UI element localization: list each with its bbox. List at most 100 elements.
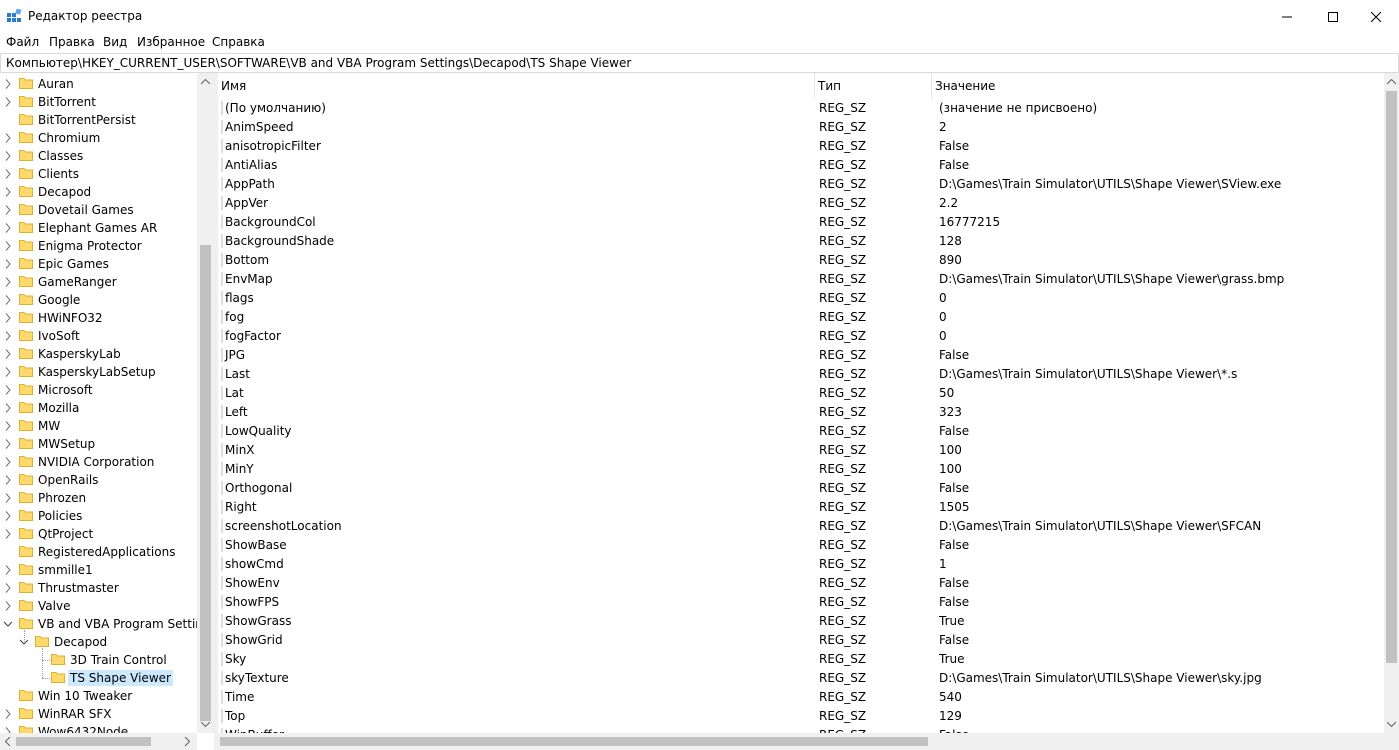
chevron-right-icon[interactable] [3, 456, 13, 468]
tree-item[interactable]: Chromium [0, 129, 200, 147]
tree-item[interactable]: Mozilla [0, 399, 200, 417]
chevron-right-icon[interactable] [3, 402, 13, 414]
value-row[interactable]: ShowGrass REG_SZ True [218, 612, 1383, 631]
close-button[interactable] [1353, 0, 1399, 33]
scroll-up-icon[interactable] [1387, 79, 1396, 85]
menu-view[interactable]: Вид [103, 35, 127, 49]
tree-item[interactable]: Valve [0, 597, 200, 615]
tree-item[interactable]: Decapod [0, 633, 200, 651]
chevron-right-icon[interactable] [3, 222, 13, 234]
value-row[interactable]: ShowBase REG_SZ False [218, 536, 1383, 555]
chevron-right-icon[interactable] [3, 78, 13, 90]
tree-item[interactable]: WinRAR SFX [0, 705, 200, 723]
tree-item[interactable]: KasperskyLab [0, 345, 200, 363]
value-row[interactable]: Sky REG_SZ True [218, 650, 1383, 669]
tree-item[interactable]: Decapod [0, 183, 200, 201]
chevron-right-icon[interactable] [3, 240, 13, 252]
tree-item[interactable]: TS Shape Viewer [0, 669, 200, 687]
chevron-right-icon[interactable] [3, 204, 13, 216]
chevron-down-icon[interactable] [3, 618, 13, 630]
chevron-right-icon[interactable] [3, 348, 13, 360]
tree-item[interactable]: HWiNFO32 [0, 309, 200, 327]
value-row[interactable]: MinX REG_SZ 100 [218, 441, 1383, 460]
value-row[interactable]: LowQuality REG_SZ False [218, 422, 1383, 441]
chevron-right-icon[interactable] [3, 510, 13, 522]
tree-item[interactable]: OpenRails [0, 471, 200, 489]
chevron-right-icon[interactable] [3, 474, 13, 486]
chevron-right-icon[interactable] [3, 564, 13, 576]
chevron-right-icon[interactable] [3, 366, 13, 378]
tree-item[interactable]: Elephant Games AR [0, 219, 200, 237]
chevron-right-icon[interactable] [3, 186, 13, 198]
value-row[interactable]: Right REG_SZ 1505 [218, 498, 1383, 517]
chevron-right-icon[interactable] [3, 582, 13, 594]
scroll-down-icon[interactable] [201, 721, 210, 727]
tree-vertical-scrollbar[interactable] [197, 73, 214, 733]
tree-item[interactable]: smmille1 [0, 561, 200, 579]
column-header-name[interactable]: Имя [218, 73, 814, 99]
chevron-right-icon[interactable] [3, 96, 13, 108]
value-row[interactable]: AntiAlias REG_SZ False [218, 156, 1383, 175]
value-row[interactable]: JPG REG_SZ False [218, 346, 1383, 365]
scroll-left-icon[interactable] [5, 737, 11, 746]
scroll-down-icon[interactable] [1387, 721, 1396, 727]
value-row[interactable]: Left REG_SZ 323 [218, 403, 1383, 422]
value-row[interactable]: Bottom REG_SZ 890 [218, 251, 1383, 270]
chevron-right-icon[interactable] [3, 528, 13, 540]
chevron-right-icon[interactable] [3, 420, 13, 432]
value-row[interactable]: fog REG_SZ 0 [218, 308, 1383, 327]
chevron-right-icon[interactable] [3, 600, 13, 612]
value-row[interactable]: Top REG_SZ 129 [218, 707, 1383, 726]
tree-item[interactable]: Phrozen [0, 489, 200, 507]
tree-item[interactable]: 3D Train Control [0, 651, 200, 669]
column-header-type[interactable]: Тип [815, 73, 931, 99]
tree-item[interactable]: BitTorrentPersist [0, 111, 200, 129]
menu-help[interactable]: Справка [212, 35, 265, 49]
tree-item[interactable]: Auran [0, 75, 200, 93]
value-row[interactable]: ShowFPS REG_SZ False [218, 593, 1383, 612]
tree-item[interactable]: MW [0, 417, 200, 435]
chevron-right-icon[interactable] [3, 330, 13, 342]
tree-item[interactable]: Policies [0, 507, 200, 525]
tree-item[interactable]: Thrustmaster [0, 579, 200, 597]
value-row[interactable]: screenshotLocation REG_SZ D:\Games\Train S… [218, 517, 1383, 536]
tree-item[interactable]: QtProject [0, 525, 200, 543]
list-vertical-scrollbar[interactable] [1384, 73, 1399, 733]
tree-item[interactable]: Classes [0, 147, 200, 165]
tree-scroll-thumb[interactable] [200, 245, 211, 721]
chevron-right-icon[interactable] [3, 132, 13, 144]
tree-item[interactable]: GameRanger [0, 273, 200, 291]
maximize-button[interactable] [1310, 0, 1356, 33]
menu-favorites[interactable]: Избранное [137, 35, 205, 49]
value-row[interactable]: AnimSpeed REG_SZ 2 [218, 118, 1383, 137]
tree-horizontal-scrollbar[interactable] [0, 733, 197, 750]
chevron-right-icon[interactable] [3, 492, 13, 504]
tree-item[interactable]: Clients [0, 165, 200, 183]
minimize-button[interactable] [1264, 0, 1310, 33]
tree-item[interactable]: MWSetup [0, 435, 200, 453]
value-row[interactable]: Time REG_SZ 540 [218, 688, 1383, 707]
chevron-right-icon[interactable] [3, 168, 13, 180]
value-row[interactable]: BackgroundCol REG_SZ 16777215 [218, 213, 1383, 232]
tree-item[interactable]: NVIDIA Corporation [0, 453, 200, 471]
tree-item[interactable]: Epic Games [0, 255, 200, 273]
chevron-right-icon[interactable] [3, 312, 13, 324]
value-row[interactable]: anisotropicFilter REG_SZ False [218, 137, 1383, 156]
value-row[interactable]: Lat REG_SZ 50 [218, 384, 1383, 403]
chevron-right-icon[interactable] [3, 150, 13, 162]
value-row[interactable]: Orthogonal REG_SZ False [218, 479, 1383, 498]
tree-item[interactable]: IvoSoft [0, 327, 200, 345]
scroll-up-icon[interactable] [201, 79, 210, 85]
list-horizontal-scrollbar[interactable] [218, 733, 1384, 750]
menu-file[interactable]: Файл [6, 35, 39, 49]
chevron-right-icon[interactable] [3, 276, 13, 288]
tree-item[interactable]: Enigma Protector [0, 237, 200, 255]
value-row[interactable]: skyTexture REG_SZ D:\Games\Train Simulator… [218, 669, 1383, 688]
chevron-right-icon[interactable] [3, 708, 13, 720]
value-row[interactable]: BackgroundShade REG_SZ 128 [218, 232, 1383, 251]
tree-item[interactable]: VB and VBA Program Settings [0, 615, 214, 633]
tree-item[interactable]: BitTorrent [0, 93, 200, 111]
list-scroll-thumb[interactable] [1386, 91, 1397, 663]
value-row[interactable]: MinY REG_SZ 100 [218, 460, 1383, 479]
value-row[interactable]: EnvMap REG_SZ D:\Games\Train Simulator\UTI… [218, 270, 1383, 289]
